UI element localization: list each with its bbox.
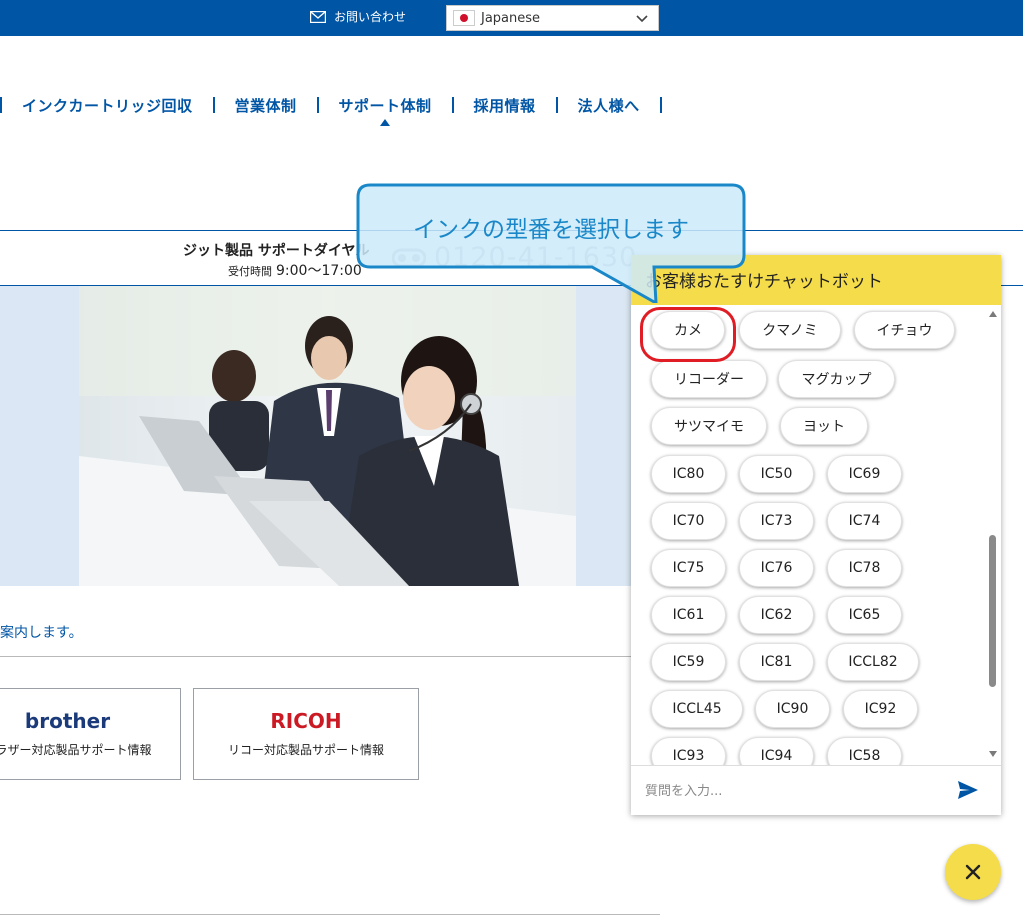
japan-flag-icon — [453, 10, 475, 26]
option-chip[interactable]: マグカップ — [778, 360, 895, 398]
nav-item-recruit[interactable]: 採用情報 — [454, 95, 556, 116]
option-chip[interactable]: IC93 — [651, 737, 726, 765]
option-chip[interactable]: ICCL45 — [651, 690, 743, 728]
option-chip[interactable]: IC69 — [827, 455, 902, 493]
nav-item-corporate[interactable]: 法人様へ — [558, 95, 660, 116]
option-chip[interactable]: サツマイモ — [651, 407, 767, 445]
chat-input-area — [631, 765, 1001, 815]
option-chip[interactable]: IC70 — [651, 502, 726, 540]
nav-item-support[interactable]: サポート体制 — [319, 95, 452, 126]
top-bar: お問い合わせ Japanese — [0, 0, 1023, 36]
ricoh-support-card[interactable]: RICOH リコー対応製品サポート情報 — [193, 688, 419, 780]
option-chip[interactable]: IC78 — [827, 549, 902, 587]
option-chip[interactable]: IC80 — [651, 455, 726, 493]
support-dial-title: ジット製品 サポートダイヤル — [183, 243, 370, 259]
nav-divider — [659, 97, 662, 113]
contact-link[interactable]: お問い合わせ — [310, 8, 406, 25]
option-chip[interactable]: IC62 — [739, 596, 814, 634]
option-chip[interactable]: IC50 — [739, 455, 814, 493]
option-chip[interactable]: IC92 — [843, 690, 918, 728]
divider-line — [0, 914, 660, 915]
callout-text: インクの型番を選択します — [413, 217, 689, 243]
scrollbar-thumb[interactable] — [989, 535, 996, 687]
option-chip[interactable]: IC58 — [827, 737, 902, 765]
option-chip[interactable]: ヨット — [780, 407, 868, 445]
language-select[interactable]: Japanese — [446, 5, 659, 31]
nav-item-sales[interactable]: 営業体制 — [215, 95, 317, 116]
guide-text: 案内します。 — [0, 625, 83, 641]
option-chip[interactable]: IC75 — [651, 549, 726, 587]
call-center-photo — [79, 286, 576, 586]
option-chip[interactable]: IC59 — [651, 643, 726, 681]
nav-item-ink-collection[interactable]: インクカートリッジ回収 — [2, 95, 213, 116]
brother-support-card[interactable]: brother ブラザー対応製品サポート情報 — [0, 688, 181, 780]
highlight-ring — [640, 307, 736, 362]
option-chip[interactable]: IC61 — [651, 596, 726, 634]
language-value: Japanese — [481, 10, 541, 26]
support-hours: 受付時間 9:00〜17:00 — [228, 260, 362, 280]
close-icon — [965, 864, 981, 880]
option-chip[interactable]: クマノミ — [739, 311, 841, 349]
hours-value: 9:00〜17:00 — [276, 263, 362, 279]
ricoh-logo: RICOH — [270, 709, 342, 733]
hours-label: 受付時間 — [228, 265, 272, 278]
chevron-down-icon — [636, 15, 648, 23]
chatbot-options: カメ クマノミ イチョウ リコーダー マグカップ サツマイモ ヨット IC80 … — [631, 305, 1001, 765]
brother-logo: brother — [24, 709, 111, 733]
main-nav: インクカートリッジ回収 営業体制 サポート体制 採用情報 法人様へ — [0, 92, 662, 126]
ricoh-support-label: リコー対応製品サポート情報 — [227, 743, 384, 757]
mail-icon — [310, 10, 326, 23]
divider-line — [0, 656, 660, 657]
chat-input[interactable] — [645, 780, 935, 802]
contact-label: お問い合わせ — [334, 10, 407, 24]
option-chip[interactable]: IC94 — [739, 737, 814, 765]
scroll-down-arrow-icon[interactable] — [989, 751, 997, 757]
option-chip[interactable]: IC65 — [827, 596, 902, 634]
option-chip[interactable]: IC74 — [827, 502, 902, 540]
option-chip[interactable]: IC73 — [739, 502, 814, 540]
option-chip[interactable]: リコーダー — [651, 360, 767, 398]
option-chip[interactable]: ICCL82 — [827, 643, 919, 681]
brother-support-label: ブラザー対応製品サポート情報 — [0, 743, 152, 757]
option-chip[interactable]: IC76 — [739, 549, 814, 587]
send-icon[interactable] — [957, 780, 979, 800]
option-chip[interactable]: イチョウ — [854, 311, 955, 349]
chatbot-close-button[interactable] — [945, 844, 1001, 900]
option-chip[interactable]: IC90 — [755, 690, 830, 728]
option-chip[interactable]: IC81 — [739, 643, 814, 681]
scroll-up-arrow-icon[interactable] — [989, 311, 997, 317]
